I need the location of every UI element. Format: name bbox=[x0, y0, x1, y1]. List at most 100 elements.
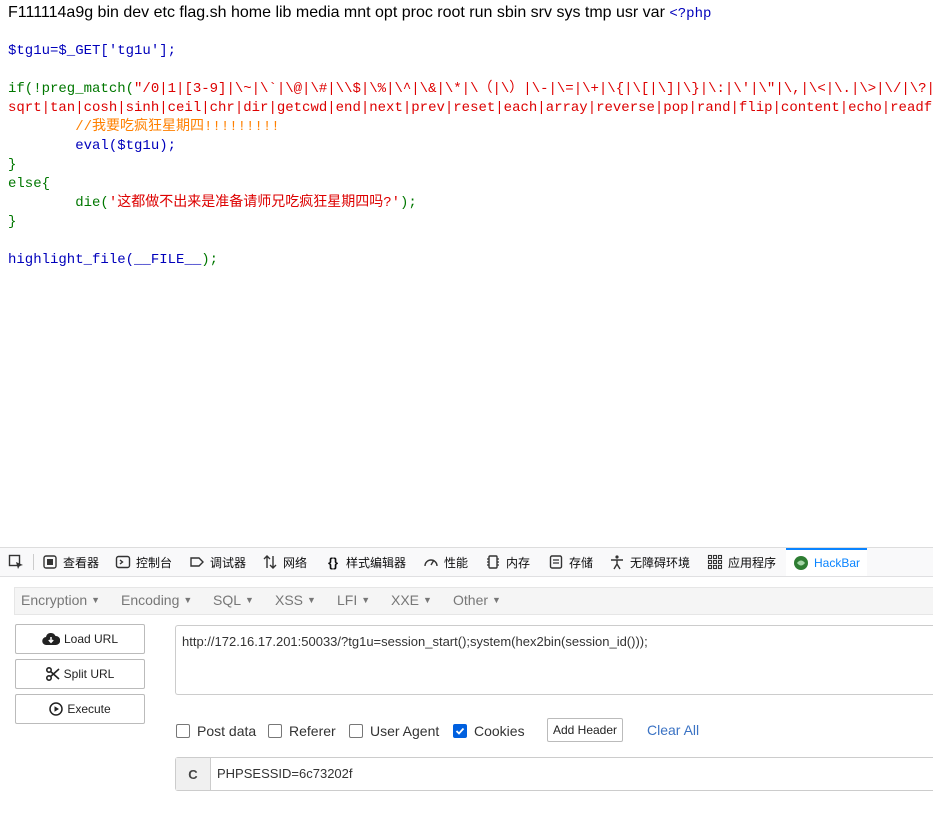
tab-label: 网络 bbox=[283, 555, 308, 570]
add-header-button[interactable]: Add Header bbox=[547, 718, 623, 742]
menu-lfi[interactable]: LFI ▼ bbox=[337, 592, 370, 608]
devtools-tabbar: 查看器 控制台 调试器 网络 {} 样式编辑器 性能 内存 存储 无障碍环境 应… bbox=[0, 548, 933, 577]
die-end: ); bbox=[400, 195, 417, 211]
chevron-down-icon: ▼ bbox=[361, 595, 371, 605]
tab-hackbar[interactable]: HackBar bbox=[786, 548, 868, 576]
code-die: die('这都做不出来是准备请师兄吃疯狂星期四吗?'); bbox=[8, 194, 417, 213]
code-eval: eval($tg1u); bbox=[8, 138, 177, 154]
tab-debugger[interactable]: 调试器 bbox=[189, 548, 246, 576]
tab-label: 样式编辑器 bbox=[346, 555, 407, 570]
highlight-file-call: highlight_file( bbox=[8, 252, 135, 268]
performance-icon bbox=[423, 554, 439, 570]
tab-label: 控制台 bbox=[136, 555, 173, 570]
url-value: http://172.16.17.201:50033/?tg1u=session… bbox=[182, 634, 648, 649]
load-url-button[interactable]: Load URL bbox=[15, 624, 145, 654]
tab-style-editor[interactable]: {} 样式编辑器 bbox=[325, 548, 406, 576]
highlight-file-end: ); bbox=[201, 252, 219, 268]
code-else: else{ bbox=[8, 176, 51, 192]
die-call: die( bbox=[8, 195, 109, 211]
tab-performance[interactable]: 性能 bbox=[423, 548, 468, 576]
referer-checkbox[interactable]: Referer bbox=[268, 723, 336, 739]
command-output: F111114a9g bin dev etc flag.sh home lib … bbox=[8, 4, 711, 22]
php-open-tag: <?php bbox=[669, 6, 712, 22]
chevron-down-icon: ▼ bbox=[423, 595, 432, 605]
tab-memory[interactable]: 内存 bbox=[485, 548, 530, 576]
tab-inspector[interactable]: 查看器 bbox=[42, 548, 99, 576]
execute-label: Execute bbox=[67, 702, 111, 716]
style-editor-icon: {} bbox=[327, 554, 339, 570]
tab-application[interactable]: 应用程序 bbox=[707, 548, 776, 576]
code-brace-close: } bbox=[8, 157, 17, 173]
option-label: User Agent bbox=[370, 723, 440, 739]
option-label: Cookies bbox=[474, 723, 525, 739]
chevron-down-icon: ▼ bbox=[492, 595, 501, 605]
tab-label: 查看器 bbox=[63, 555, 100, 570]
page-content: F111114a9g bin dev etc flag.sh home lib … bbox=[0, 0, 933, 547]
chevron-down-icon: ▼ bbox=[91, 595, 101, 605]
checkbox-box[interactable] bbox=[176, 724, 190, 738]
tab-label: 调试器 bbox=[210, 555, 247, 570]
cookie-field[interactable]: C PHPSESSID=6c73202f bbox=[175, 757, 933, 791]
load-url-label: Load URL bbox=[63, 632, 119, 646]
pick-element-button[interactable] bbox=[8, 548, 29, 576]
code-comment: //我要吃疯狂星期四!!!!!!!!! bbox=[8, 119, 280, 135]
code-highlight-file: highlight_file(__FILE__); bbox=[8, 251, 218, 270]
checkbox-box[interactable] bbox=[349, 724, 363, 738]
tab-console[interactable]: 控制台 bbox=[115, 548, 172, 576]
menu-encryption[interactable]: Encryption ▼ bbox=[21, 592, 100, 608]
post-data-checkbox[interactable]: Post data bbox=[176, 723, 256, 739]
clear-all-link[interactable]: Clear All bbox=[647, 722, 699, 738]
tab-storage[interactable]: 存储 bbox=[548, 548, 593, 576]
code-line-1: $tg1u=$_GET['tg1u']; bbox=[8, 43, 177, 59]
play-circle-icon bbox=[49, 702, 64, 716]
url-textarea[interactable]: http://172.16.17.201:50033/?tg1u=session… bbox=[175, 625, 933, 695]
menu-sql[interactable]: SQL ▼ bbox=[213, 592, 254, 608]
code-brace-close-2: } bbox=[8, 214, 17, 230]
chevron-down-icon: ▼ bbox=[245, 595, 254, 605]
checkmark-icon bbox=[455, 727, 465, 735]
execute-button[interactable]: Execute bbox=[15, 694, 145, 724]
storage-icon bbox=[548, 554, 564, 570]
inspector-icon bbox=[42, 554, 58, 570]
cookie-label: C bbox=[176, 758, 211, 790]
application-icon bbox=[707, 554, 723, 570]
menu-encoding[interactable]: Encoding ▼ bbox=[121, 592, 192, 608]
debugger-icon bbox=[189, 554, 205, 570]
tab-accessibility[interactable]: 无障碍环境 bbox=[609, 548, 690, 576]
tabbar-separator bbox=[33, 554, 34, 570]
scissors-icon bbox=[45, 667, 60, 681]
user-agent-checkbox[interactable]: User Agent bbox=[349, 723, 439, 739]
tab-label: 应用程序 bbox=[728, 555, 777, 570]
code-line-2: if(!preg_match("/0|1|[3-9]|\~|\`|\@|\#|\… bbox=[8, 80, 933, 99]
cloud-download-icon bbox=[42, 632, 60, 646]
menu-xxe[interactable]: XXE ▼ bbox=[391, 592, 432, 608]
option-label: Referer bbox=[289, 723, 336, 739]
menu-xss[interactable]: XSS ▼ bbox=[275, 592, 316, 608]
regex-pattern: "/0|1|[3-9]|\~|\`|\@|\#|\\$|\%|\^|\&|\*|… bbox=[134, 81, 933, 97]
checkbox-box[interactable] bbox=[268, 724, 282, 738]
hackbar-icon bbox=[793, 555, 809, 571]
chevron-down-icon: ▼ bbox=[183, 595, 193, 605]
file-constant: __FILE__ bbox=[134, 252, 202, 268]
chevron-down-icon: ▼ bbox=[307, 595, 316, 605]
tab-label: 无障碍环境 bbox=[630, 555, 691, 570]
menu-other[interactable]: Other ▼ bbox=[453, 592, 501, 608]
memory-icon bbox=[485, 554, 501, 570]
console-icon bbox=[115, 554, 131, 570]
tab-label: 存储 bbox=[569, 555, 594, 570]
pick-element-icon bbox=[8, 554, 24, 570]
die-message: '这都做不出来是准备请师兄吃疯狂星期四吗?' bbox=[108, 195, 401, 211]
checkbox-box[interactable] bbox=[453, 724, 467, 738]
tab-network[interactable]: 网络 bbox=[262, 548, 307, 576]
split-url-button[interactable]: Split URL bbox=[15, 659, 145, 689]
tab-label: 性能 bbox=[444, 555, 469, 570]
output-line: F111114a9g bin dev etc flag.sh home lib … bbox=[8, 4, 665, 21]
cookies-checkbox[interactable]: Cookies bbox=[453, 723, 525, 739]
cookie-value: PHPSESSID=6c73202f bbox=[217, 766, 353, 781]
option-label: Post data bbox=[197, 723, 257, 739]
tab-label: HackBar bbox=[814, 556, 861, 570]
devtools-panel: 查看器 控制台 调试器 网络 {} 样式编辑器 性能 内存 存储 无障碍环境 应… bbox=[0, 547, 933, 814]
preg-match-call: if(!preg_match( bbox=[8, 81, 135, 97]
code-line-3: sqrt|tan|cosh|sinh|ceil|chr|dir|getcwd|e… bbox=[8, 100, 933, 116]
network-icon bbox=[262, 554, 278, 570]
